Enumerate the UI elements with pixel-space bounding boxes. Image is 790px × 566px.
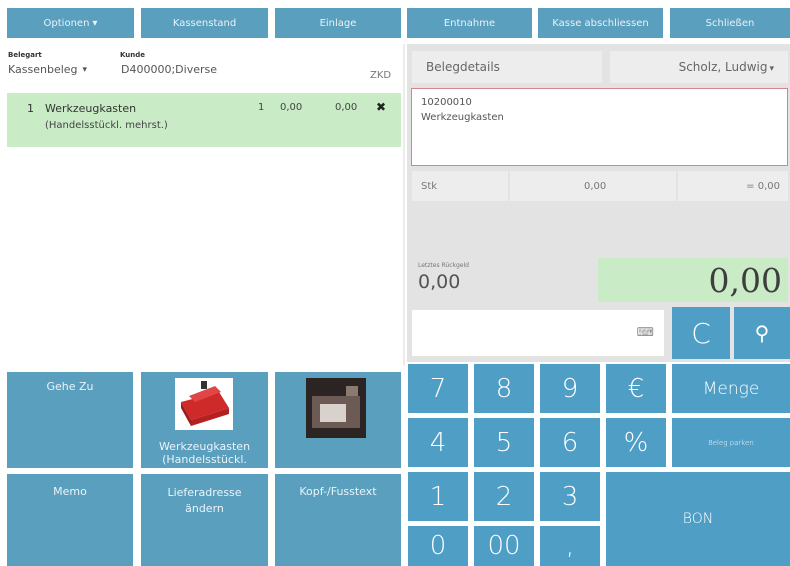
article-details-field[interactable]: 10200010 Werkzeugkasten [411, 88, 788, 166]
unit-divider [508, 171, 510, 201]
change-address-tile[interactable]: Lieferadresse ändern [141, 474, 268, 566]
memo-label: Memo [53, 485, 87, 498]
key-1[interactable]: 1 [408, 472, 468, 521]
cash-status-button[interactable]: Kassenstand [141, 8, 268, 38]
comma-key[interactable]: , [540, 526, 600, 566]
line-item-name: Werkzeugkasten [45, 102, 137, 115]
toolbox-tile[interactable]: Werkzeugkasten (Handelsstückl. [141, 372, 268, 468]
last-change-value: 0,00 [418, 271, 461, 293]
line-item-sub: (Handelsstückl. mehrst.) [45, 120, 168, 131]
receipt-type-value: Kassenbeleg [8, 63, 78, 76]
customer-value[interactable]: D400000;Diverse [121, 63, 217, 76]
key-5[interactable]: 5 [474, 418, 534, 467]
user-select[interactable]: Scholz, Ludwig ▾ [610, 51, 788, 83]
euro-key[interactable]: € [606, 364, 666, 413]
line-item-row[interactable]: 1 Werkzeugkasten (Handelsstückl. mehrst.… [7, 93, 401, 147]
key-00[interactable]: 00 [474, 526, 534, 566]
options-button[interactable]: Optionen ▾ [7, 8, 134, 38]
sum-value: = 0,00 [746, 181, 780, 192]
receipt-type-select[interactable]: Kassenbeleg ▾ [8, 63, 87, 76]
key-7[interactable]: 7 [408, 364, 468, 413]
withdrawal-button[interactable]: Entnahme [407, 8, 532, 38]
quantity-button[interactable]: Menge [672, 364, 790, 413]
panel-divider [403, 44, 405, 366]
product-tile[interactable] [275, 372, 401, 468]
bon-button[interactable]: BON [606, 472, 790, 566]
clear-button[interactable]: C [672, 307, 730, 359]
key-9[interactable]: 9 [540, 364, 600, 413]
memo-tile[interactable]: Memo [7, 474, 133, 566]
unit-label: Stk [421, 181, 438, 192]
amount-divider [676, 171, 678, 201]
key-8[interactable]: 8 [474, 364, 534, 413]
last-change-label: Letztes Rückgeld [418, 262, 469, 269]
options-label: Optionen [43, 17, 90, 29]
caret-down-icon: ▾ [92, 17, 98, 29]
product-image [306, 378, 366, 438]
key-4[interactable]: 4 [408, 418, 468, 467]
line-total: 0,00 [335, 102, 358, 113]
deposit-button[interactable]: Einlage [275, 8, 401, 38]
key-2[interactable]: 2 [474, 472, 534, 521]
header-footer-tile[interactable]: Kopf-/Fusstext [275, 474, 401, 566]
line-pos: 1 [27, 102, 34, 115]
caret-down-icon: ▾ [82, 64, 88, 75]
receipt-type-label: Belegart [8, 51, 42, 59]
close-button[interactable]: Schließen [670, 8, 790, 38]
park-receipt-button[interactable]: Beleg parken [672, 418, 790, 467]
amount-value[interactable]: 0,00 [584, 181, 606, 192]
key-0[interactable]: 0 [408, 526, 468, 566]
change-address-label: Lieferadresse ändern [167, 486, 242, 515]
article-name: Werkzeugkasten [421, 112, 504, 123]
tab-belegdetails[interactable]: Belegdetails [412, 51, 602, 83]
zkd-label: ZKD [370, 70, 392, 81]
caret-down-icon: ▾ [769, 64, 774, 74]
header-footer-label: Kopf-/Fusstext [299, 485, 377, 498]
article-number: 10200010 [421, 97, 472, 108]
key-3[interactable]: 3 [540, 472, 600, 521]
close-register-button[interactable]: Kasse abschliessen [538, 8, 663, 38]
goto-label: Gehe Zu [46, 380, 94, 393]
keyboard-icon[interactable]: ⌨ [637, 325, 654, 339]
key-6[interactable]: 6 [540, 418, 600, 467]
tab-belegdetails-label: Belegdetails [426, 60, 500, 74]
percent-key[interactable]: % [606, 418, 666, 467]
toolbox-image [175, 378, 233, 430]
unit-row: Stk 0,00 = 0,00 [412, 171, 788, 201]
customer-label: Kunde [120, 51, 146, 59]
total-display: 0,00 [598, 258, 788, 302]
barcode-input[interactable]: ⌨ [412, 310, 664, 356]
search-icon[interactable]: ⚲ [734, 307, 790, 359]
goto-tile[interactable]: Gehe Zu [7, 372, 133, 468]
close-x-icon[interactable]: ✖ [376, 100, 386, 114]
total-value: 0,00 [708, 261, 782, 300]
toolbox-label: Werkzeugkasten (Handelsstückl. [158, 440, 251, 466]
user-name-text: Scholz, Ludwig [678, 60, 768, 74]
line-qty: 1 [258, 102, 265, 113]
user-name: Scholz, Ludwig ▾ [679, 60, 774, 74]
line-price: 0,00 [280, 102, 303, 113]
